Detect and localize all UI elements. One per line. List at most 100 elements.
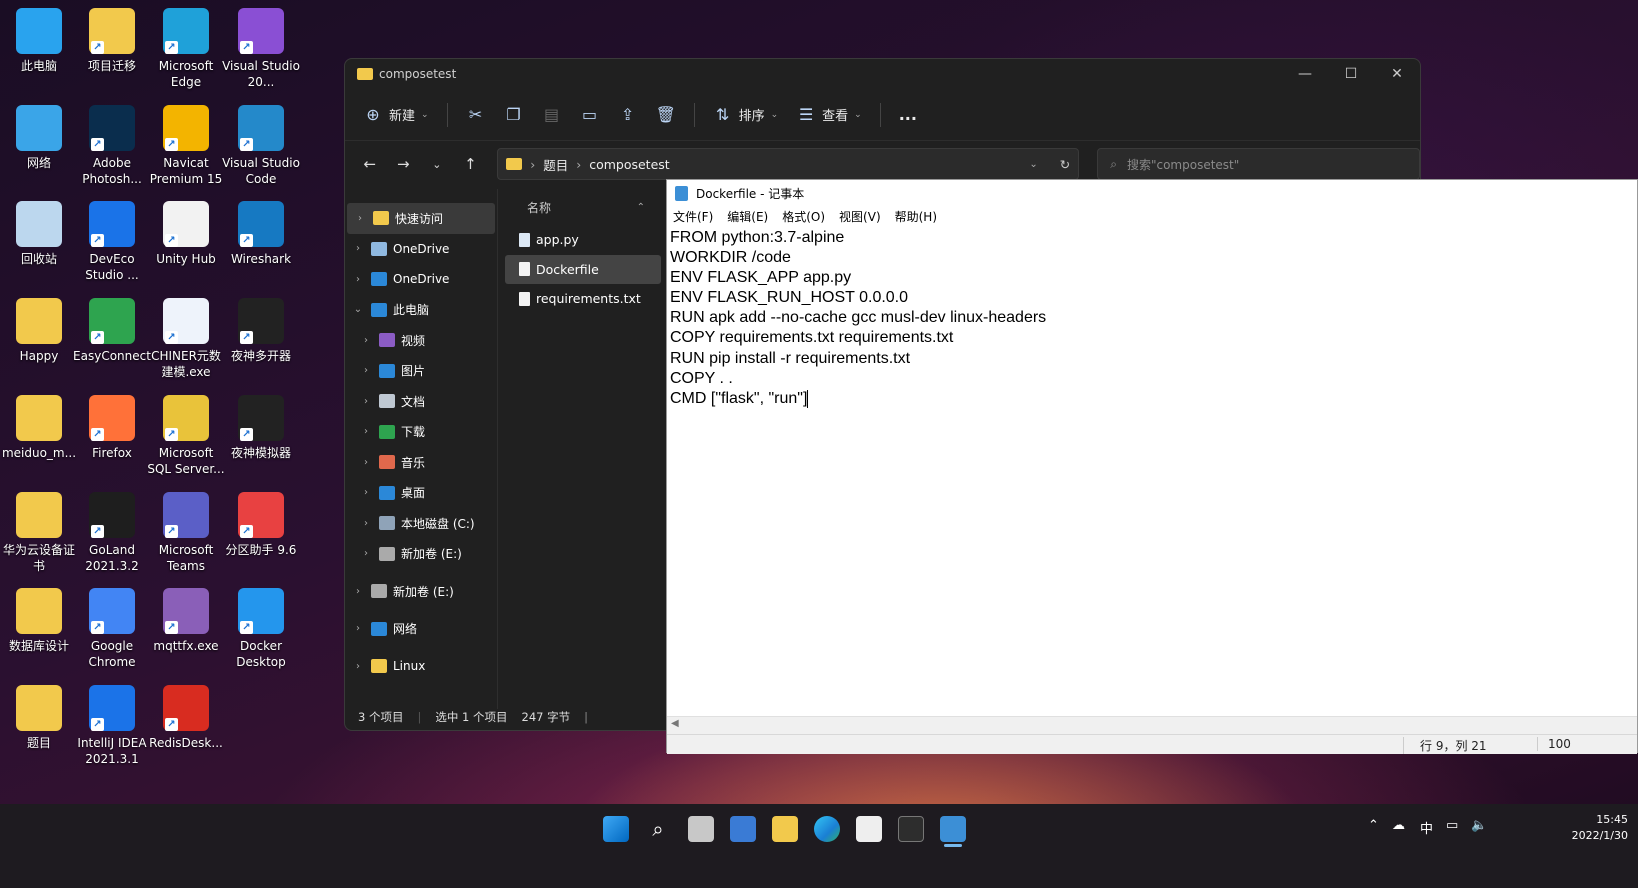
desktop-icon[interactable]: 网络 bbox=[0, 101, 78, 171]
more-button[interactable]: ... bbox=[899, 105, 917, 124]
desktop-icon[interactable]: ↗ DevEco Studio ... bbox=[73, 197, 151, 283]
file-row[interactable]: Dockerfile bbox=[505, 254, 661, 284]
nav-item[interactable]: › OneDrive bbox=[345, 264, 497, 295]
desktop-icon[interactable]: Happy bbox=[0, 294, 78, 364]
breadcrumb-item[interactable]: composetest bbox=[589, 157, 670, 172]
desktop-icon[interactable]: ↗ Visual Studio 20... bbox=[222, 4, 300, 90]
start-button-icon[interactable] bbox=[603, 816, 629, 842]
desktop-icon[interactable]: ↗ Wireshark bbox=[222, 197, 300, 267]
address-bar[interactable]: › 题目 › composetest ⌄ ↻ bbox=[497, 148, 1080, 180]
chevron-up-icon[interactable]: ⌃ bbox=[1368, 818, 1379, 833]
task-view-icon[interactable] bbox=[688, 816, 714, 842]
desktop-icon[interactable]: ↗ Microsoft Edge bbox=[147, 4, 225, 90]
up-button[interactable]: ↑ bbox=[458, 155, 484, 173]
chevron-right-icon[interactable]: › bbox=[353, 365, 379, 376]
nav-item[interactable]: › 快速访问 bbox=[347, 203, 495, 234]
chevron-right-icon[interactable]: › bbox=[345, 623, 371, 634]
desktop-icon[interactable]: ↗ mqttfx.exe bbox=[147, 584, 225, 654]
nav-item[interactable]: › 音乐 bbox=[345, 447, 497, 478]
share-icon[interactable]: ⇪ bbox=[618, 105, 638, 124]
notepad-taskbar-icon[interactable] bbox=[940, 816, 966, 842]
chevron-right-icon[interactable]: › bbox=[353, 335, 379, 346]
chevron-right-icon[interactable]: › bbox=[353, 518, 379, 529]
edge-icon[interactable] bbox=[814, 816, 840, 842]
chevron-right-icon[interactable]: › bbox=[345, 274, 371, 285]
nav-item[interactable]: › 下载 bbox=[345, 417, 497, 448]
desktop-icon[interactable]: ↗ Navicat Premium 15 bbox=[147, 101, 225, 187]
column-header-name[interactable]: 名称 ⌃ bbox=[505, 189, 665, 225]
nav-item[interactable]: ⌄ 此电脑 bbox=[345, 295, 497, 326]
desktop-icon[interactable]: ↗ Firefox bbox=[73, 391, 151, 461]
nav-item[interactable]: › 文档 bbox=[345, 386, 497, 417]
notepad-text-area[interactable]: FROM python:3.7-alpine WORKDIR /code ENV F… bbox=[667, 226, 1637, 716]
desktop-icon[interactable]: ↗ 夜神模拟器 bbox=[222, 391, 300, 461]
nav-item[interactable]: › OneDrive bbox=[345, 234, 497, 265]
menu-item[interactable]: 视图(V) bbox=[839, 208, 881, 225]
desktop-icon[interactable]: meiduo_m... bbox=[0, 391, 78, 461]
menu-item[interactable]: 格式(O) bbox=[782, 208, 825, 225]
new-button[interactable]: ⊕ 新建 ⌄ bbox=[363, 105, 428, 124]
back-button[interactable]: ← bbox=[357, 155, 383, 173]
desktop-icon[interactable]: 华为云设备证书 bbox=[0, 488, 78, 574]
network-icon[interactable]: ▭ bbox=[1446, 818, 1458, 833]
file-explorer-icon[interactable] bbox=[772, 816, 798, 842]
nav-item[interactable]: › 新加卷 (E:) bbox=[345, 576, 497, 607]
maximize-button[interactable]: ☐ bbox=[1328, 59, 1374, 89]
desktop-icon[interactable]: ↗ CHINER元数建模.exe bbox=[147, 294, 225, 380]
view-button[interactable]: ☰ 查看 ⌄ bbox=[796, 105, 862, 124]
desktop-icon[interactable]: ↗ 项目迁移 bbox=[73, 4, 151, 74]
chevron-down-icon[interactable]: ⌄ bbox=[1029, 159, 1037, 170]
cut-icon[interactable]: ✂ bbox=[466, 105, 486, 124]
volume-icon[interactable]: 🔈 bbox=[1471, 818, 1487, 833]
search-icon[interactable]: ⌕ bbox=[645, 816, 671, 842]
desktop-icon[interactable]: ↗ EasyConnect bbox=[73, 294, 151, 364]
minimize-button[interactable]: — bbox=[1282, 59, 1328, 89]
paste-icon[interactable]: ▤ bbox=[542, 105, 562, 124]
nav-item[interactable]: › Linux bbox=[345, 651, 497, 682]
desktop-icon[interactable]: ↗ IntelliJ IDEA 2021.3.1 bbox=[73, 681, 151, 767]
nav-item[interactable]: › 新加卷 (E:) bbox=[345, 539, 497, 570]
ime-indicator[interactable]: 中 bbox=[1420, 818, 1433, 837]
sort-button[interactable]: ⇅ 排序 ⌄ bbox=[713, 105, 778, 124]
copy-icon[interactable]: ❐ bbox=[504, 105, 524, 124]
nav-item[interactable]: › 网络 bbox=[345, 614, 497, 645]
delete-icon[interactable]: 🗑 bbox=[656, 105, 676, 124]
desktop-icon[interactable]: ↗ RedisDesk... bbox=[147, 681, 225, 751]
close-button[interactable]: ✕ bbox=[1374, 59, 1420, 89]
recent-dropdown[interactable]: ⌄ bbox=[424, 158, 450, 171]
terminal-icon[interactable] bbox=[898, 816, 924, 842]
chevron-right-icon[interactable]: › bbox=[347, 213, 373, 224]
chevron-right-icon[interactable]: › bbox=[345, 586, 371, 597]
chevron-right-icon[interactable]: › bbox=[345, 243, 371, 254]
desktop-icon[interactable]: ↗ Visual Studio Code bbox=[222, 101, 300, 187]
horizontal-scrollbar[interactable]: ◀ bbox=[667, 716, 1637, 734]
desktop-icon[interactable]: ↗ 夜神多开器 bbox=[222, 294, 300, 364]
desktop-icon[interactable]: ↗ Docker Desktop bbox=[222, 584, 300, 670]
desktop-icon[interactable]: ↗ Unity Hub bbox=[147, 197, 225, 267]
nav-item[interactable]: › 视频 bbox=[345, 325, 497, 356]
clock[interactable]: 15:45 2022/1/30 bbox=[1572, 812, 1628, 844]
cloud-icon[interactable]: ☁ bbox=[1392, 818, 1405, 833]
desktop-icon[interactable]: 题目 bbox=[0, 681, 78, 751]
store-icon[interactable] bbox=[856, 816, 882, 842]
desktop-icon[interactable]: ↗ GoLand 2021.3.2 bbox=[73, 488, 151, 574]
menu-item[interactable]: 帮助(H) bbox=[895, 208, 937, 225]
nav-item[interactable]: › 桌面 bbox=[345, 478, 497, 509]
menu-item[interactable]: 编辑(E) bbox=[727, 208, 768, 225]
desktop-icon[interactable]: ↗ 分区助手 9.6 bbox=[222, 488, 300, 558]
chevron-right-icon[interactable]: › bbox=[353, 457, 379, 468]
search-input[interactable]: ⌕ 搜索"composetest" bbox=[1097, 148, 1420, 180]
chevron-right-icon[interactable]: › bbox=[345, 661, 371, 672]
chevron-right-icon[interactable]: › bbox=[353, 487, 379, 498]
file-row[interactable]: app.py bbox=[505, 225, 665, 255]
chevron-down-icon[interactable]: ⌄ bbox=[345, 304, 371, 315]
breadcrumb-item[interactable]: 题目 bbox=[543, 155, 568, 174]
desktop-icon[interactable]: ↗ Google Chrome bbox=[73, 584, 151, 670]
chevron-right-icon[interactable]: › bbox=[353, 426, 379, 437]
nav-item[interactable]: › 本地磁盘 (C:) bbox=[345, 508, 497, 539]
desktop-icon[interactable]: 此电脑 bbox=[0, 4, 78, 74]
nav-item[interactable]: › 图片 bbox=[345, 356, 497, 387]
rename-icon[interactable]: ▭ bbox=[580, 105, 600, 124]
file-row[interactable]: requirements.txt bbox=[505, 284, 665, 314]
desktop-icon[interactable]: ↗ Microsoft SQL Server... bbox=[147, 391, 225, 477]
